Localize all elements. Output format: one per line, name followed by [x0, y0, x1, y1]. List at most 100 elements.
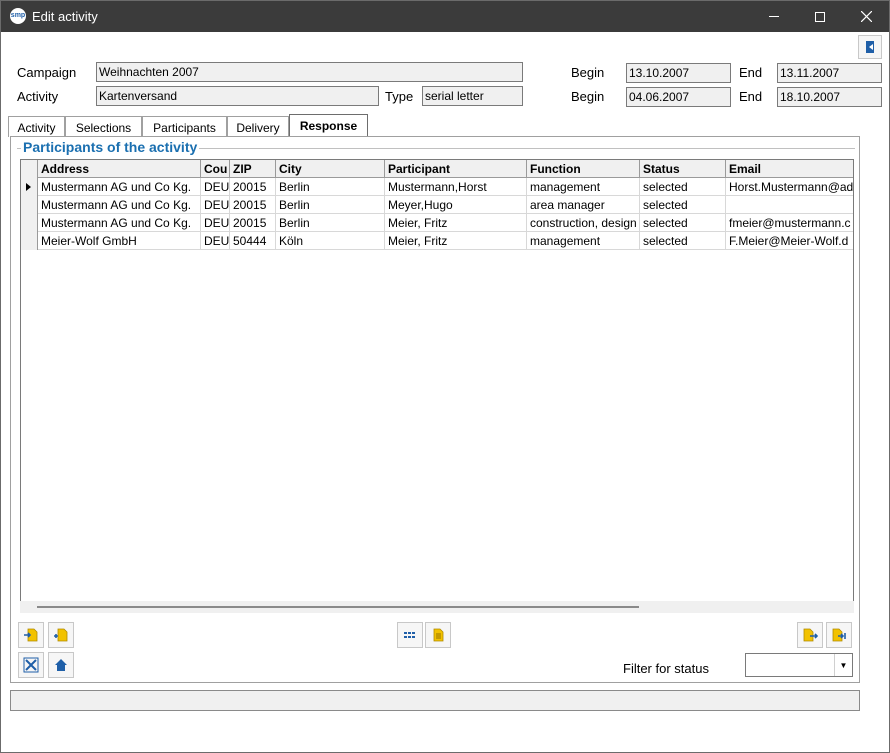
document-list-icon: [433, 628, 444, 642]
cell-function[interactable]: construction, design: [527, 214, 640, 232]
home-button[interactable]: [48, 652, 74, 678]
filter-status-label: Filter for status: [623, 661, 709, 676]
cell-city[interactable]: Berlin: [276, 196, 385, 214]
table-row[interactable]: Meier-Wolf GmbH DEU 50444 Köln Meier, Fr…: [21, 232, 853, 250]
add-response-button[interactable]: [48, 622, 74, 648]
cell-country[interactable]: DEU: [201, 196, 230, 214]
export-all-button[interactable]: [826, 622, 852, 648]
cell-participant[interactable]: Meier, Fritz: [385, 232, 527, 250]
cell-email[interactable]: [726, 196, 853, 214]
columns-button[interactable]: [397, 622, 423, 648]
row-indicator: [21, 232, 38, 250]
column-header-country[interactable]: Cou: [201, 160, 230, 178]
cell-participant[interactable]: Meier, Fritz: [385, 214, 527, 232]
cell-participant[interactable]: Mustermann,Horst: [385, 178, 527, 196]
cell-function[interactable]: management: [527, 178, 640, 196]
tab-response[interactable]: Response: [289, 114, 368, 138]
column-header-city[interactable]: City: [276, 160, 385, 178]
table-row[interactable]: Mustermann AG und Co Kg. DEU 20015 Berli…: [21, 178, 853, 196]
import-button[interactable]: [18, 622, 44, 648]
exit-button[interactable]: [858, 35, 882, 59]
import-document-icon: [24, 628, 38, 642]
window-title: Edit activity: [32, 9, 98, 24]
tab-selections[interactable]: Selections: [65, 116, 142, 137]
cell-zip[interactable]: 20015: [230, 196, 276, 214]
cell-address[interactable]: Meier-Wolf GmbH: [38, 232, 201, 250]
activity-begin-field[interactable]: 04.06.2007: [626, 87, 731, 107]
column-header-email[interactable]: Email: [726, 160, 853, 178]
report-button[interactable]: [425, 622, 451, 648]
cell-email[interactable]: Horst.Mustermann@ad: [726, 178, 853, 196]
campaign-field[interactable]: Weihnachten 2007: [96, 62, 523, 82]
cell-function[interactable]: area manager: [527, 196, 640, 214]
cell-city[interactable]: Köln: [276, 232, 385, 250]
dropdown-arrow-icon[interactable]: ▼: [834, 654, 852, 676]
cell-status[interactable]: selected: [640, 196, 726, 214]
column-header-status[interactable]: Status: [640, 160, 726, 178]
cell-email[interactable]: F.Meier@Meier-Wolf.d: [726, 232, 853, 250]
cell-country[interactable]: DEU: [201, 178, 230, 196]
type-field[interactable]: serial letter: [422, 86, 523, 106]
tab-participants[interactable]: Participants: [142, 116, 227, 137]
cell-city[interactable]: Berlin: [276, 178, 385, 196]
grid-columns-icon: [404, 632, 415, 638]
minimize-icon: [769, 16, 779, 17]
export-document-icon: [803, 628, 818, 642]
delete-x-icon: [23, 657, 39, 673]
cell-status[interactable]: selected: [640, 214, 726, 232]
home-icon: [55, 659, 67, 671]
tab-activity[interactable]: Activity: [8, 116, 65, 137]
column-header-function[interactable]: Function: [527, 160, 640, 178]
horizontal-scrollbar[interactable]: [20, 601, 854, 613]
cell-address[interactable]: Mustermann AG und Co Kg.: [38, 196, 201, 214]
activity-end-field[interactable]: 18.10.2007: [777, 87, 882, 107]
export-end-icon: [832, 628, 846, 642]
close-icon: [860, 11, 872, 22]
maximize-button[interactable]: [797, 1, 843, 32]
column-header-zip[interactable]: ZIP: [230, 160, 276, 178]
table-row[interactable]: Mustermann AG und Co Kg. DEU 20015 Berli…: [21, 214, 853, 232]
filter-status-select[interactable]: ▼: [745, 653, 853, 677]
cell-status[interactable]: selected: [640, 178, 726, 196]
group-title: Participants of the activity: [21, 139, 200, 155]
cell-city[interactable]: Berlin: [276, 214, 385, 232]
title-bar[interactable]: smp Edit activity: [1, 1, 889, 32]
current-row-arrow-icon: [26, 183, 31, 191]
cell-zip[interactable]: 20015: [230, 178, 276, 196]
cell-address[interactable]: Mustermann AG und Co Kg.: [38, 214, 201, 232]
delete-button[interactable]: [18, 652, 44, 678]
activity-field[interactable]: Kartenversand: [96, 86, 379, 106]
minimize-button[interactable]: [751, 1, 797, 32]
client-area: Campaign Weihnachten 2007 Begin 13.10.20…: [1, 32, 889, 752]
table-row[interactable]: Mustermann AG und Co Kg. DEU 20015 Berli…: [21, 196, 853, 214]
response-tab-panel: Participants of the activity Address Cou…: [10, 136, 860, 683]
tab-delivery[interactable]: Delivery: [227, 116, 289, 137]
cell-country[interactable]: DEU: [201, 232, 230, 250]
scrollbar-thumb[interactable]: [37, 606, 639, 608]
cell-function[interactable]: management: [527, 232, 640, 250]
cell-country[interactable]: DEU: [201, 214, 230, 232]
activity-label: Activity: [17, 89, 59, 104]
activity-begin-label: Begin: [571, 89, 605, 104]
campaign-begin-field[interactable]: 13.10.2007: [626, 63, 731, 83]
cell-email[interactable]: fmeier@mustermann.c: [726, 214, 853, 232]
column-header-address[interactable]: Address: [38, 160, 201, 178]
campaign-label: Campaign: [17, 65, 77, 80]
cell-zip[interactable]: 20015: [230, 214, 276, 232]
cell-zip[interactable]: 50444: [230, 232, 276, 250]
campaign-end-label: End: [739, 65, 763, 80]
cell-address[interactable]: Mustermann AG und Co Kg.: [38, 178, 201, 196]
close-button[interactable]: [843, 1, 889, 32]
cell-status[interactable]: selected: [640, 232, 726, 250]
status-bar: [10, 690, 860, 711]
row-indicator: [21, 214, 38, 232]
participants-grid[interactable]: Address Cou ZIP City Participant Functio…: [20, 159, 854, 603]
grid-header: Address Cou ZIP City Participant Functio…: [21, 160, 853, 178]
campaign-end-field[interactable]: 13.11.2007: [777, 63, 882, 83]
row-indicator: [21, 196, 38, 214]
cell-participant[interactable]: Meyer,Hugo: [385, 196, 527, 214]
maximize-icon: [815, 11, 825, 22]
column-header-participant[interactable]: Participant: [385, 160, 527, 178]
export-button[interactable]: [797, 622, 823, 648]
app-logo-icon: smp: [10, 8, 26, 24]
